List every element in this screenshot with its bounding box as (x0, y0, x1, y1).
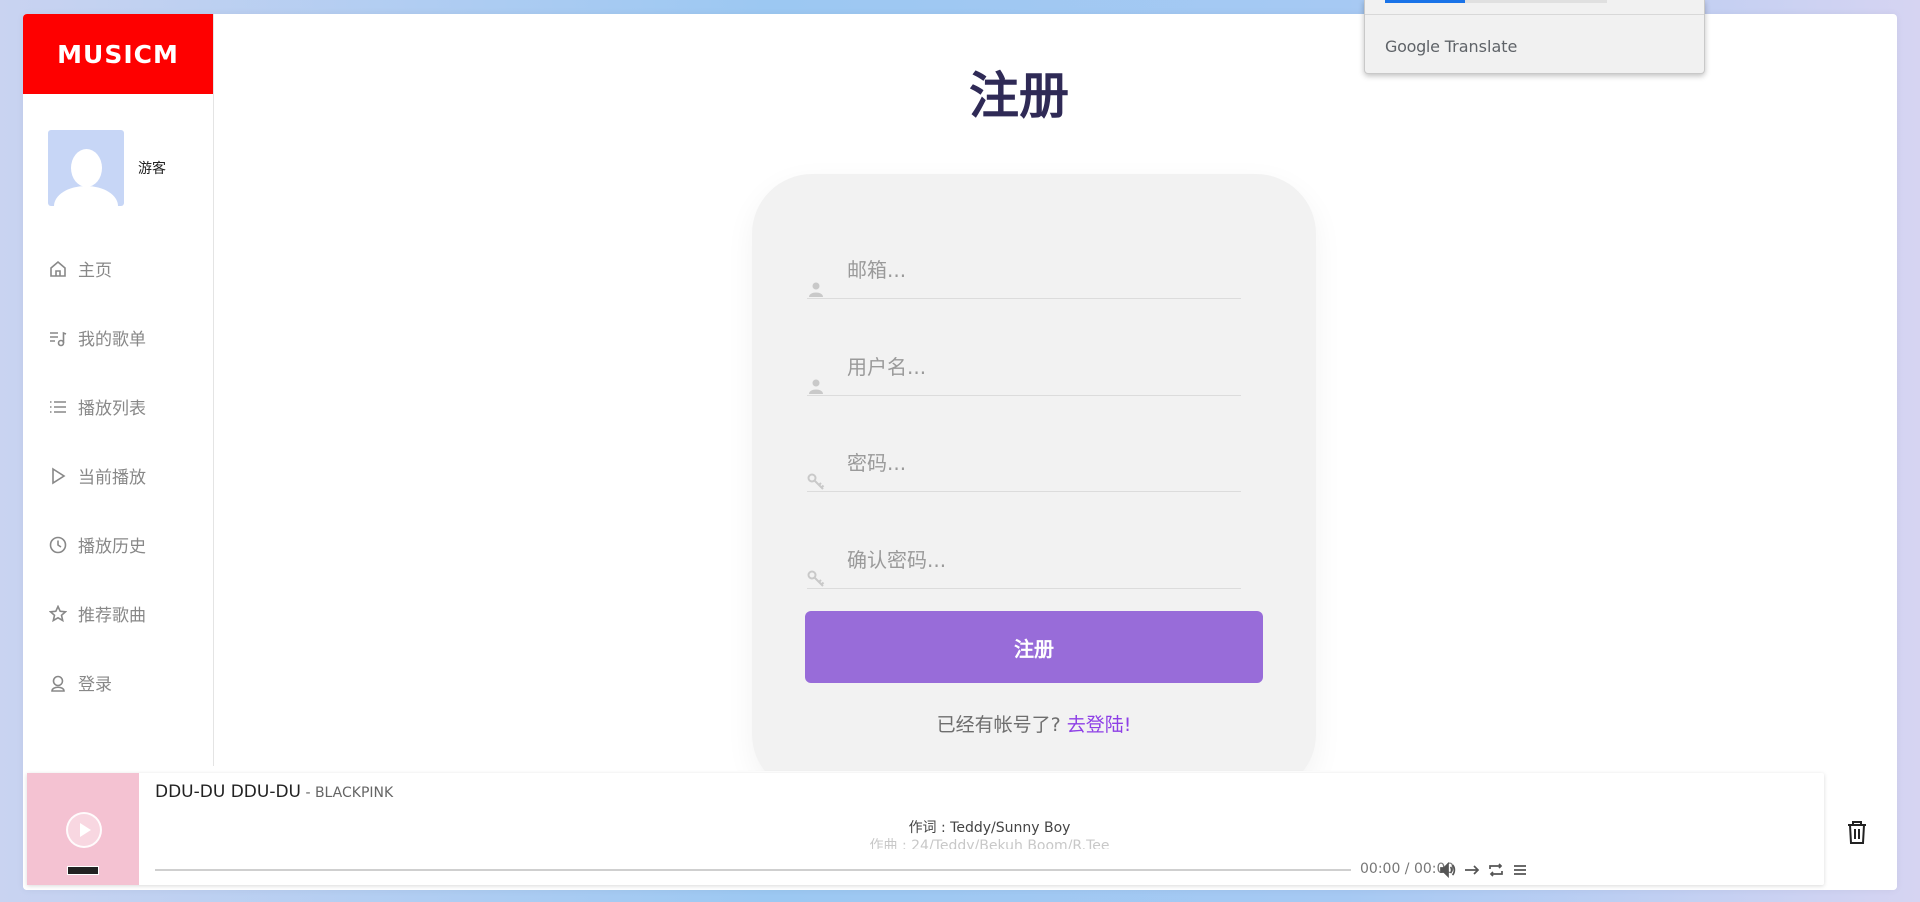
confirm-password-field-row (807, 539, 1241, 589)
sidebar-item-label: 推荐歌曲 (78, 606, 146, 626)
sidebar-nav: 主页 我的歌单 播放列表 当前播放 播放历史 推荐歌曲 登录 (23, 234, 213, 717)
user-icon (809, 282, 823, 297)
username-field[interactable] (847, 350, 1237, 384)
confirm-password-field[interactable] (847, 543, 1237, 577)
sidebar: MUSICM 游客 主页 我的歌单 播放列表 当前播放 播放历史 推荐歌曲 登录 (23, 14, 214, 766)
password-field[interactable] (847, 446, 1237, 480)
register-form (752, 174, 1316, 794)
playlist-music-icon (48, 328, 68, 348)
song-title: DDU-DU DDU-DU (155, 782, 301, 802)
google-wordmark: Google (1385, 37, 1440, 56)
login-user-icon (48, 673, 68, 693)
logo-text: MUSICM (57, 39, 179, 69)
app-window: MUSICM 游客 主页 我的歌单 播放列表 当前播放 播放历史 推荐歌曲 登录… (23, 14, 1897, 890)
sidebar-item-home[interactable]: 主页 (23, 234, 213, 303)
sidebar-item-label: 主页 (78, 261, 112, 281)
list-icon (48, 397, 68, 417)
play-button[interactable] (66, 812, 102, 848)
user-profile: 游客 (23, 94, 213, 216)
email-field[interactable] (847, 253, 1237, 287)
album-cover[interactable] (27, 773, 139, 885)
key-icon (807, 570, 825, 587)
submit-wrapper: 注册 (805, 611, 1263, 683)
album-badge (67, 866, 99, 875)
google-translate-brand[interactable]: Google Translate (1385, 37, 1517, 56)
progress-bar[interactable] (155, 869, 1351, 871)
user-icon (809, 379, 823, 394)
player-controls (1439, 861, 1529, 879)
go-login-link[interactable]: 去登陆! (1067, 714, 1132, 736)
sidebar-item-label: 登录 (78, 675, 112, 695)
register-button[interactable]: 注册 (805, 611, 1263, 683)
sidebar-item-label: 当前播放 (78, 468, 146, 488)
sidebar-item-history[interactable]: 播放历史 (23, 510, 213, 579)
volume-icon[interactable] (1439, 861, 1457, 879)
sidebar-item-login[interactable]: 登录 (23, 648, 213, 717)
password-field-row (807, 442, 1241, 492)
trash-icon[interactable] (1845, 819, 1871, 847)
sidebar-item-label: 播放列表 (78, 399, 146, 419)
email-field-row (807, 249, 1241, 299)
home-icon (48, 259, 68, 279)
avatar[interactable] (48, 130, 124, 206)
player-bar: DDU-DU DDU-DU - BLACKPINK 作词 : Teddy/Sun… (27, 773, 1824, 885)
song-info: DDU-DU DDU-DU - BLACKPINK (155, 782, 393, 802)
menu-icon[interactable] (1511, 861, 1529, 879)
key-icon (807, 473, 825, 490)
play-order-icon[interactable] (1463, 861, 1481, 879)
sidebar-item-play-list[interactable]: 播放列表 (23, 372, 213, 441)
username: 游客 (138, 161, 166, 177)
repeat-icon[interactable] (1487, 861, 1505, 879)
main-content: 注册 注册 已经有帐号了? 去登陆! (215, 14, 1897, 794)
login-hint-text: 已经有帐号了? (936, 714, 1061, 736)
sidebar-item-my-playlists[interactable]: 我的歌单 (23, 303, 213, 372)
lyric-line-next: 作曲 : 24/Teddy/Bekuh Boom/R.Tee (869, 838, 1110, 849)
logo[interactable]: MUSICM (23, 14, 213, 94)
star-icon (48, 604, 68, 624)
translate-tab-bar (1385, 0, 1607, 3)
username-field-row (807, 346, 1241, 396)
sidebar-item-label: 播放历史 (78, 537, 146, 557)
clock-icon (48, 535, 68, 555)
sidebar-item-now-playing[interactable]: 当前播放 (23, 441, 213, 510)
translate-label: Translate (1444, 37, 1518, 56)
lyric-line: 作词 : Teddy/Sunny Boy (908, 820, 1071, 836)
sidebar-item-recommended[interactable]: 推荐歌曲 (23, 579, 213, 648)
sidebar-item-label: 我的歌单 (78, 330, 146, 350)
music-player: DDU-DU DDU-DU - BLACKPINK 作词 : Teddy/Sun… (23, 771, 1897, 890)
song-artist: - BLACKPINK (301, 785, 394, 801)
login-hint: 已经有帐号了? 去登陆! (752, 710, 1316, 737)
play-icon (48, 466, 68, 486)
google-translate-popup: Google Translate (1364, 0, 1705, 74)
